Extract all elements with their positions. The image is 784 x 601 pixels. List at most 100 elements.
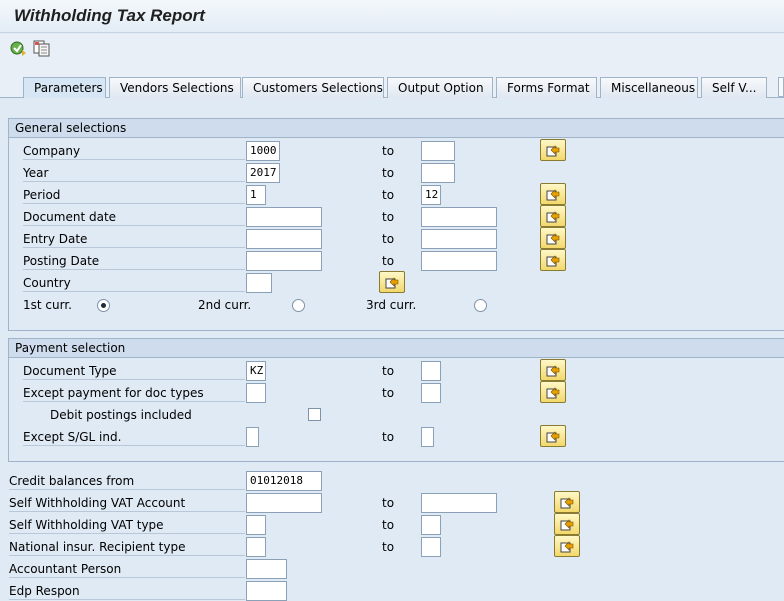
document-date-from-input[interactable] xyxy=(246,207,322,227)
selection-screen: General selections Company 1000 to Year … xyxy=(0,98,784,601)
multiple-selection-icon xyxy=(560,497,574,509)
company-to-input[interactable] xyxy=(421,141,455,161)
vat-account-multiple-selection-button[interactable] xyxy=(554,491,580,513)
tab-miscellaneous[interactable]: Miscellaneous xyxy=(600,77,698,98)
edp-respon-input[interactable] xyxy=(246,581,287,601)
credit-balances-label: Credit balances from xyxy=(9,472,245,490)
document-type-multiple-selection-button[interactable] xyxy=(540,359,566,381)
first-currency-label: 1st curr. xyxy=(23,298,72,312)
tab-parameters[interactable]: Parameters xyxy=(23,77,106,99)
multiple-selection-icon xyxy=(546,211,560,223)
tab-vendors-selections[interactable]: Vendors Selections xyxy=(109,77,241,98)
tab-self-v[interactable]: Self V... xyxy=(701,77,767,98)
multiple-selection-icon xyxy=(546,189,560,201)
to-label: to xyxy=(382,430,395,444)
to-label: to xyxy=(382,232,395,246)
to-label: to xyxy=(382,144,395,158)
vat-type-multiple-selection-button[interactable] xyxy=(554,513,580,535)
to-label: to xyxy=(382,364,395,378)
to-label: to xyxy=(382,188,395,202)
national-insurance-to-input[interactable] xyxy=(421,537,441,557)
entry-date-from-input[interactable] xyxy=(246,229,322,249)
national-insurance-multiple-selection-button[interactable] xyxy=(554,535,580,557)
to-label: to xyxy=(382,386,395,400)
vat-account-label: Self Withholding VAT Account xyxy=(9,494,245,512)
execute-icon[interactable] xyxy=(9,39,27,57)
year-to-input[interactable] xyxy=(421,163,455,183)
except-doc-types-label: Except payment for doc types xyxy=(23,384,245,402)
multiple-selection-icon xyxy=(560,541,574,553)
title-bar: Withholding Tax Report xyxy=(0,0,784,33)
country-multiple-selection-button[interactable] xyxy=(379,271,405,293)
multiple-selection-icon xyxy=(546,233,560,245)
multiple-selection-icon xyxy=(546,431,560,443)
entry-date-multiple-selection-button[interactable] xyxy=(540,227,566,249)
except-sgl-multiple-selection-button[interactable] xyxy=(540,425,566,447)
period-label: Period xyxy=(23,186,245,204)
multiple-selection-icon xyxy=(385,277,399,289)
to-label: to xyxy=(382,496,395,510)
variant-icon[interactable] xyxy=(33,39,51,57)
tab-customers-selections[interactable]: Customers Selections xyxy=(242,77,384,98)
company-multiple-selection-button[interactable] xyxy=(540,139,566,161)
posting-date-to-input[interactable] xyxy=(421,251,497,271)
document-type-to-input[interactable] xyxy=(421,361,441,381)
posting-date-label: Posting Date xyxy=(23,252,245,270)
except-doc-types-from-input[interactable] xyxy=(246,383,266,403)
vat-type-to-input[interactable] xyxy=(421,515,441,535)
to-label: to xyxy=(382,210,395,224)
vat-account-to-input[interactable] xyxy=(421,493,497,513)
national-insurance-label: National insur. Recipient type xyxy=(9,538,245,556)
document-date-multiple-selection-button[interactable] xyxy=(540,205,566,227)
except-sgl-from-input[interactable] xyxy=(246,427,259,447)
national-insurance-from-input[interactable] xyxy=(246,537,266,557)
except-sgl-label: Except S/GL ind. xyxy=(23,428,245,446)
first-currency-radio[interactable] xyxy=(97,299,110,312)
period-to-input[interactable]: 12 xyxy=(421,185,441,205)
country-label: Country xyxy=(23,274,245,292)
debit-postings-checkbox[interactable] xyxy=(308,408,321,421)
year-label: Year xyxy=(23,164,245,182)
year-from-input[interactable]: 2017 xyxy=(246,163,280,183)
application-toolbar xyxy=(0,34,784,64)
second-currency-label: 2nd curr. xyxy=(198,298,252,312)
third-currency-radio[interactable] xyxy=(474,299,487,312)
third-currency-label: 3rd curr. xyxy=(366,298,417,312)
document-date-to-input[interactable] xyxy=(421,207,497,227)
vat-type-label: Self Withholding VAT type xyxy=(9,516,245,534)
accountant-person-input[interactable] xyxy=(246,559,287,579)
group-title: General selections xyxy=(9,119,784,138)
tab-output-option[interactable]: Output Option xyxy=(387,77,493,98)
entry-date-to-input[interactable] xyxy=(421,229,497,249)
vat-account-from-input[interactable] xyxy=(246,493,322,513)
company-from-input[interactable]: 1000 xyxy=(246,141,280,161)
except-sgl-to-input[interactable] xyxy=(421,427,434,447)
multiple-selection-icon xyxy=(546,365,560,377)
tab-scroll-right[interactable] xyxy=(778,77,784,97)
multiple-selection-icon xyxy=(560,519,574,531)
except-doc-types-multiple-selection-button[interactable] xyxy=(540,381,566,403)
country-input[interactable] xyxy=(246,273,272,293)
multiple-selection-icon xyxy=(546,387,560,399)
tab-strip: Parameters Vendors Selections Customers … xyxy=(0,64,784,99)
debit-postings-label: Debit postings included xyxy=(50,408,192,422)
credit-balances-input[interactable]: 01012018 xyxy=(246,471,322,491)
posting-date-multiple-selection-button[interactable] xyxy=(540,249,566,271)
except-doc-types-to-input[interactable] xyxy=(421,383,441,403)
entry-date-label: Entry Date xyxy=(23,230,245,248)
posting-date-from-input[interactable] xyxy=(246,251,322,271)
vat-type-from-input[interactable] xyxy=(246,515,266,535)
multiple-selection-icon xyxy=(546,255,560,267)
company-label: Company xyxy=(23,142,245,160)
group-title: Payment selection xyxy=(9,339,784,358)
period-multiple-selection-button[interactable] xyxy=(540,183,566,205)
document-type-from-input[interactable]: KZ xyxy=(246,361,266,381)
to-label: to xyxy=(382,166,395,180)
second-currency-radio[interactable] xyxy=(292,299,305,312)
accountant-person-label: Accountant Person xyxy=(9,560,245,578)
document-type-label: Document Type xyxy=(23,362,245,380)
period-from-input[interactable]: 1 xyxy=(246,185,266,205)
to-label: to xyxy=(382,254,395,268)
page-title: Withholding Tax Report xyxy=(14,6,205,25)
tab-forms-format[interactable]: Forms Format xyxy=(496,77,597,98)
